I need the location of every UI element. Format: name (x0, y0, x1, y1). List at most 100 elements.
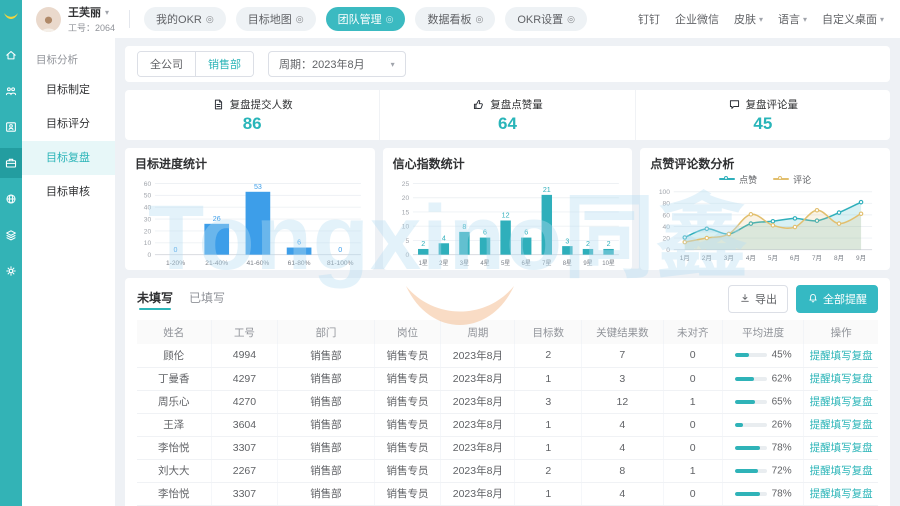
document-icon (212, 98, 225, 111)
employee-review-table: 姓名工号部门岗位周期目标数关键结果数未对齐平均进度操作 顾伦4994销售部销售专… (137, 320, 878, 506)
home-icon (4, 48, 18, 62)
remind-fill-link[interactable]: 提醒填写复盘 (810, 488, 873, 500)
cell-employee-id: 2267 (211, 459, 278, 482)
progress-bar-chart: 010203040506001-20%2621-40%5341-60%661-8… (135, 174, 365, 269)
progress-label: 26% (772, 419, 792, 430)
sidebar-item-1[interactable]: 目标评分 (22, 107, 115, 141)
cell-key-result-count: 4 (582, 482, 664, 505)
download-icon (739, 292, 751, 304)
rail-item-briefcase[interactable] (0, 148, 22, 178)
cell-average-progress: 45% (722, 344, 804, 367)
nav-tab-4[interactable]: OKR设置◎ (505, 7, 587, 31)
topbar-menu-item-2[interactable]: 皮肤▾ (734, 11, 763, 27)
fill-status-tab-0[interactable]: 未填写 (137, 289, 173, 310)
svg-text:2星: 2星 (439, 260, 448, 267)
topbar-menu-item-4[interactable]: 自定义桌面▾ (822, 11, 884, 27)
fill-status-tab-1[interactable]: 已填写 (189, 289, 225, 310)
column-header: 部门 (278, 320, 374, 344)
remind-all-button[interactable]: 全部提醒 (796, 285, 878, 313)
remind-fill-link[interactable]: 提醒填写复盘 (810, 465, 873, 477)
nav-tab-0[interactable]: 我的OKR◎ (144, 7, 226, 31)
remind-fill-link[interactable]: 提醒填写复盘 (810, 442, 873, 454)
svg-text:5月: 5月 (768, 254, 778, 262)
column-header: 工号 (211, 320, 278, 344)
remind-fill-link[interactable]: 提醒填写复盘 (810, 419, 873, 431)
cell-department: 销售部 (278, 344, 374, 367)
rail-item-home[interactable] (0, 40, 22, 70)
briefcase-icon (4, 156, 18, 170)
topbar: 王芙丽▾ 工号：2064 我的OKR◎ 目标地图◎ 团队管理◎ 数据看板 ◎ OKR设置◎… (22, 0, 900, 38)
target-circle-icon: ◎ (475, 15, 483, 24)
bell-icon (807, 292, 819, 307)
rail-item-layers[interactable] (0, 220, 22, 250)
progress-bar (735, 446, 767, 450)
svg-text:100: 100 (659, 189, 670, 196)
svg-text:6: 6 (483, 229, 487, 237)
cell-goal-count: 1 (515, 436, 582, 459)
nav-tab-1[interactable]: 目标地图◎ (236, 7, 316, 31)
stat-card-1: 复盘点赞量64 (379, 90, 634, 140)
sidebar-item-2[interactable]: 目标复盘 (22, 141, 115, 175)
svg-text:40: 40 (144, 205, 152, 212)
svg-text:4: 4 (442, 234, 446, 242)
period-select[interactable]: 周期：2023年8月 ▾ (268, 51, 406, 77)
cell-period: 2023年8月 (441, 482, 515, 505)
rail-item-team[interactable] (0, 76, 22, 106)
topbar-menu-item-1[interactable]: 企业微信 (675, 11, 719, 27)
svg-text:15: 15 (401, 209, 409, 216)
cell-name: 刘大大 (137, 459, 211, 482)
nav-tab-2[interactable]: 团队管理◎ (326, 7, 406, 31)
user-name: 王芙丽 (68, 4, 101, 20)
download-icon (739, 292, 751, 307)
nav-tab-3[interactable]: 数据看板 ◎ (415, 7, 495, 31)
rail-item-globe[interactable] (0, 184, 22, 214)
org-tab-1[interactable]: 销售部 (195, 52, 253, 76)
fill-status-tabs: 未填写已填写 (137, 289, 728, 310)
cell-name: 丁曼香 (137, 367, 211, 390)
team-icon (4, 84, 18, 98)
topbar-menu-label: 皮肤 (734, 11, 756, 27)
sidebar-item-0[interactable]: 目标制定 (22, 73, 115, 107)
stat-value: 86 (243, 114, 262, 134)
cell-unaligned-count: 0 (663, 436, 722, 459)
cell-key-result-count: 12 (582, 390, 664, 413)
legend-item-0[interactable]: 点赞 (719, 173, 757, 186)
remind-fill-link[interactable]: 提醒填写复盘 (810, 373, 873, 385)
export-button-label: 导出 (755, 291, 777, 307)
remind-fill-link[interactable]: 提醒填写复盘 (810, 396, 873, 408)
svg-text:81-100%: 81-100% (327, 260, 354, 267)
nav-tab-label: 数据看板 (427, 11, 471, 27)
cell-goal-count: 1 (515, 482, 582, 505)
cell-action: 提醒填写复盘 (804, 459, 878, 482)
legend-item-1[interactable]: 评论 (773, 173, 811, 186)
cell-key-result-count: 4 (582, 436, 664, 459)
cell-position: 销售专员 (374, 413, 441, 436)
svg-text:5星: 5星 (501, 260, 510, 267)
export-button[interactable]: 导出 (728, 285, 788, 313)
thumbs-up-icon (472, 98, 485, 111)
topbar-menu-item-3[interactable]: 语言▾ (778, 11, 807, 27)
cell-average-progress: 78% (722, 436, 804, 459)
brand-logo[interactable] (0, 0, 22, 34)
org-tab-0[interactable]: 全公司 (138, 52, 195, 76)
sidebar-item-3[interactable]: 目标审核 (22, 175, 115, 209)
rail-item-profile-card[interactable] (0, 112, 22, 142)
cell-action: 提醒填写复盘 (804, 367, 878, 390)
remind-fill-link[interactable]: 提醒填写复盘 (810, 350, 873, 362)
cell-department: 销售部 (278, 390, 374, 413)
chevron-down-icon: ▾ (880, 15, 884, 24)
filter-bar: 全公司销售部 周期：2023年8月 ▾ (125, 46, 890, 82)
avatar (36, 7, 61, 32)
topbar-right-menu: 钉钉企业微信皮肤▾语言▾自定义桌面▾ (638, 11, 884, 27)
user-menu[interactable]: 王芙丽▾ 工号：2064 (36, 4, 115, 34)
svg-text:8星: 8星 (562, 260, 571, 267)
cell-department: 销售部 (278, 482, 374, 505)
legend-label: 点赞 (739, 173, 757, 186)
column-header: 平均进度 (722, 320, 804, 344)
stats-summary: 复盘提交人数86复盘点赞量64复盘评论量45 (125, 90, 890, 140)
table-row: 周乐心4270销售部销售专员2023年8月312165%提醒填写复盘 (137, 390, 878, 413)
rail-item-gear[interactable] (0, 256, 22, 286)
topbar-menu-item-0[interactable]: 钉钉 (638, 11, 660, 27)
table-row: 顾伦4994销售部销售专员2023年8月27045%提醒填写复盘 (137, 344, 878, 367)
topbar-menu-label: 企业微信 (675, 11, 719, 27)
